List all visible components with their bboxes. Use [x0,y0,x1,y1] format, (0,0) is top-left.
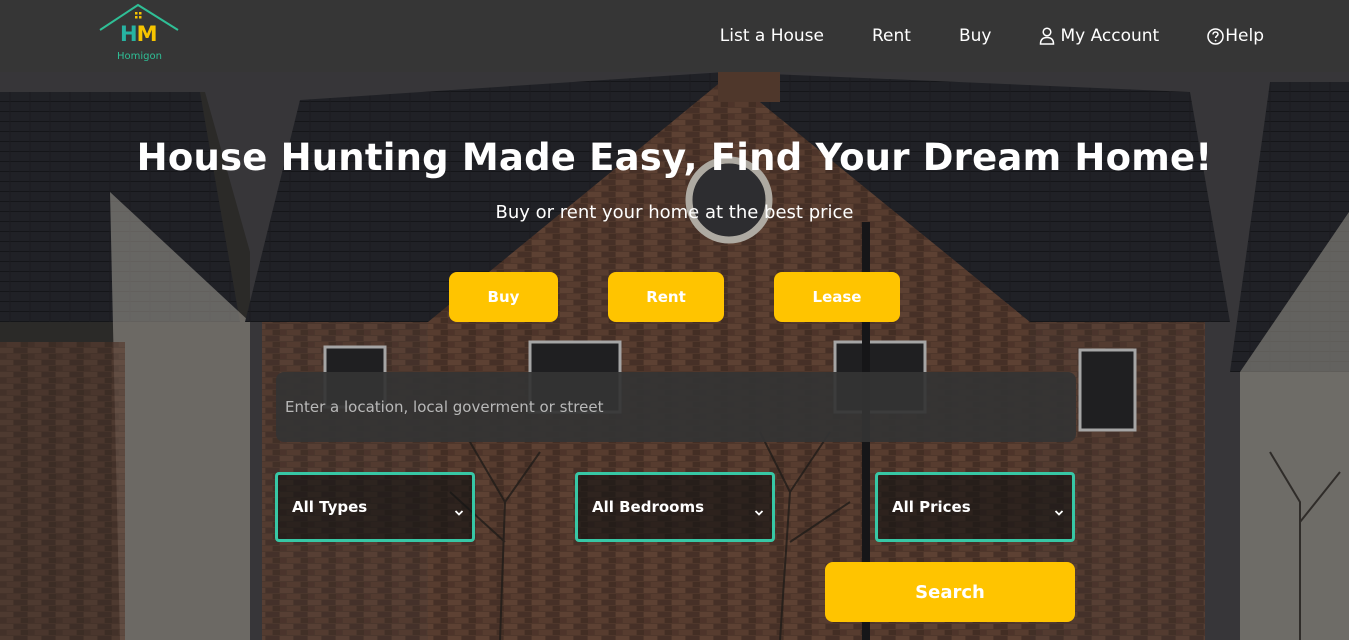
prices-select[interactable]: All Prices [875,472,1075,542]
chevron-down-icon [754,503,764,521]
logo-letters: HM [120,22,157,46]
nav-label: Help [1225,26,1264,46]
search-button[interactable]: Search [825,562,1075,622]
help-circle-icon [1207,27,1224,45]
nav-label: My Account [1060,26,1160,46]
user-icon [1039,27,1055,45]
lease-button[interactable]: Lease [774,272,900,322]
location-search-input[interactable] [276,372,1076,442]
type-select[interactable]: All Types [275,472,475,542]
nav-label: Rent [872,26,911,46]
select-value: All Prices [892,498,971,516]
homigon-logo[interactable]: HM Homigon [98,2,182,66]
select-value: All Bedrooms [592,498,705,516]
chevron-down-icon [1054,503,1064,521]
nav-my-account[interactable]: My Account [1039,26,1159,46]
bedrooms-select[interactable]: All Bedrooms [575,472,775,542]
nav-label: Buy [958,26,992,46]
select-value: All Types [292,498,368,516]
chevron-down-icon [454,503,464,521]
brand-name: Homigon [117,51,162,62]
nav-rent[interactable]: Rent [872,26,911,46]
nav-help[interactable]: Help [1207,26,1264,46]
hero-subtitle: Buy or rent your home at the best price [495,202,854,223]
hero-title: House Hunting Made Easy, Find Your Dream… [136,136,1213,179]
nav-list-a-house[interactable]: List a House [720,26,824,46]
nav-label: List a House [719,26,824,46]
nav-buy[interactable]: Buy [959,26,992,46]
rent-button[interactable]: Rent [608,272,724,322]
buy-button[interactable]: Buy [449,272,558,322]
main-nav: List a House Rent Buy My Account Help [720,0,1264,72]
top-navbar: HM Homigon List a House Rent Buy My Acco… [0,0,1349,72]
